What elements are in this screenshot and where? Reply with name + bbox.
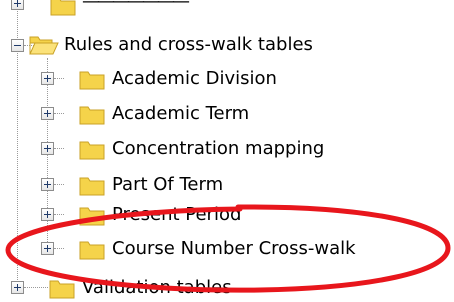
tree-item-top[interactable]: ——————— [0,0,454,18]
plus-expander-icon[interactable] [41,72,54,85]
folder-icon [79,141,105,160]
tree-item-label: Course Number Cross-walk [112,238,356,259]
tree-item-academic-division[interactable]: Academic Division [0,64,454,94]
tree-view: ——————— Rules and cross-walk tables Acad… [0,0,454,301]
folder-icon [79,71,105,90]
folder-icon [49,280,75,299]
plus-expander-icon[interactable] [41,242,54,255]
plus-expander-icon[interactable] [41,178,54,191]
tree-item-academic-term[interactable]: Academic Term [0,99,454,129]
plus-expander-icon[interactable] [11,281,24,294]
open-folder-icon [29,36,59,55]
tree-item-rules-and-cross-walk-tables[interactable]: Rules and cross-walk tables [0,30,454,60]
folder-icon [79,177,105,196]
folder-icon [50,0,76,16]
minus-expander-icon[interactable] [11,39,24,52]
tree-item-label: Academic Term [112,103,250,124]
plus-expander-icon[interactable] [41,142,54,155]
plus-expander-icon[interactable] [11,0,24,10]
tree-item-present-period[interactable]: Present Period [0,200,454,230]
folder-icon [79,106,105,125]
folder-icon [79,241,105,260]
tree-item-label: Academic Division [112,68,277,89]
tree-item-label: Rules and cross-walk tables [64,34,313,55]
plus-expander-icon[interactable] [41,208,54,221]
tree-item-label: Part Of Term [112,174,224,195]
tree-item-part-of-term[interactable]: Part Of Term [0,170,454,200]
plus-expander-icon[interactable] [41,107,54,120]
tree-item-label: ——————— [82,0,190,12]
tree-item-concentration-mapping[interactable]: Concentration mapping [0,134,454,164]
tree-item-label: Present Period [112,204,242,225]
tree-item-course-number-cross-walk[interactable]: Course Number Cross-walk [0,234,454,264]
folder-icon [79,207,105,226]
tree-item-label: Concentration mapping [112,138,325,159]
tree-item-label: Validation tables [82,277,232,298]
tree-item-validation-tables[interactable]: Validation tables [0,272,454,302]
